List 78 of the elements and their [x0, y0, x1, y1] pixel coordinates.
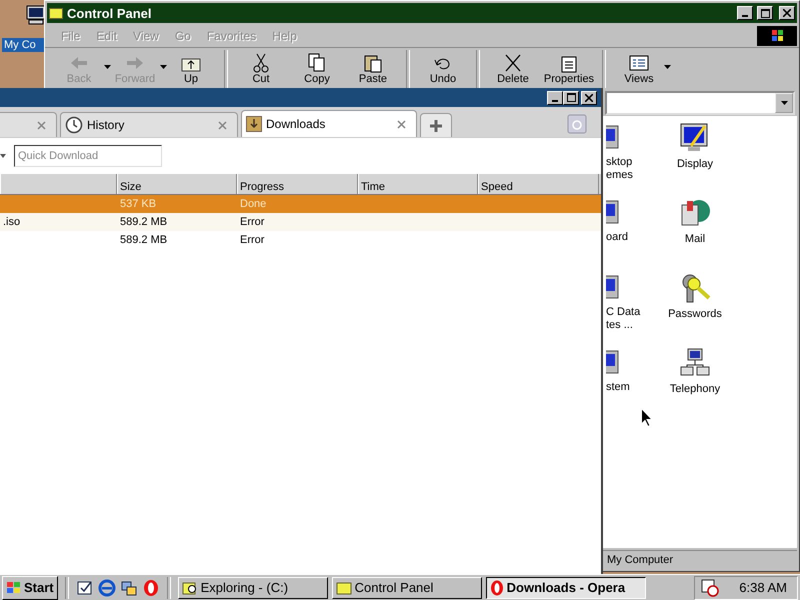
toolbar-button[interactable]: Properties — [541, 53, 597, 85]
icon-label[interactable]: sktop emes — [606, 156, 633, 182]
maximize-button[interactable] — [563, 90, 579, 104]
column-header[interactable]: Time — [358, 174, 478, 194]
table-cell: Error — [240, 234, 264, 246]
caret-icon — [104, 65, 111, 69]
icon-label[interactable]: Passwords — [668, 308, 722, 321]
icon-label[interactable]: oard — [606, 231, 628, 244]
table-cell: 589.2 MB — [120, 234, 168, 246]
icon-label[interactable]: Telephony — [670, 383, 720, 396]
checkbox-shortcut-icon[interactable] — [76, 578, 94, 596]
download-row[interactable]: .iso 589.2 MB Error — [0, 213, 601, 231]
icon-label[interactable]: C Data tes ... — [606, 306, 640, 332]
start-button[interactable]: Start — [2, 576, 58, 600]
maximize-icon — [566, 93, 576, 102]
icon-label[interactable]: Display — [676, 158, 714, 171]
opera-icon — [490, 580, 504, 596]
computer-icon[interactable] — [25, 4, 47, 26]
clock-icon — [65, 116, 83, 134]
taskbar-button[interactable]: Control Panel — [332, 576, 482, 598]
download-icon — [246, 116, 262, 132]
opera-shortcut-icon[interactable] — [142, 578, 160, 596]
icon-label[interactable]: stem — [606, 381, 630, 394]
browser-tab[interactable]: History — [60, 112, 238, 137]
maximize-icon — [760, 8, 770, 18]
folder-icon — [336, 580, 352, 594]
desktop-icon-label[interactable]: My Co — [2, 38, 46, 52]
close-icon[interactable] — [218, 120, 227, 130]
column-header[interactable]: Speed — [478, 174, 599, 194]
quick-download-field[interactable]: Quick Download — [14, 145, 162, 167]
toolbar-button[interactable]: Copy — [289, 53, 345, 85]
table-cell: Done — [240, 198, 266, 210]
caret-icon — [664, 65, 671, 69]
mouse-cursor-icon — [641, 408, 653, 427]
close-icon[interactable] — [397, 120, 406, 128]
toolbar-button[interactable]: Cut — [233, 53, 289, 85]
windows-shortcut-icon[interactable] — [120, 578, 138, 596]
address-field[interactable] — [605, 91, 795, 115]
browser-shortcut-icon[interactable] — [98, 578, 116, 596]
caret-icon — [160, 65, 167, 69]
windows-logo-icon — [757, 26, 797, 46]
toolbar-button[interactable]: Delete — [485, 53, 541, 85]
caret-icon[interactable] — [0, 154, 6, 158]
minimize-icon — [552, 100, 558, 102]
status-text: My Computer — [607, 554, 674, 566]
paste-icon — [362, 53, 384, 73]
close-button[interactable] — [581, 90, 597, 104]
taskbar-button[interactable]: Downloads - Opera — [486, 576, 646, 598]
maximize-button[interactable] — [757, 6, 773, 20]
column-header[interactable]: Progress — [237, 174, 358, 194]
new-tab-button[interactable] — [420, 113, 452, 137]
toolbar-button[interactable]: Views — [611, 53, 667, 85]
toolbar-button[interactable]: Paste — [345, 53, 401, 85]
close-icon — [585, 94, 593, 102]
folder-search-icon — [182, 580, 198, 596]
table-cell: .iso — [3, 216, 20, 228]
column-header[interactable]: Size — [117, 174, 237, 194]
table-cell: Error — [240, 216, 264, 228]
toolbar-button[interactable]: Undo — [415, 53, 471, 85]
caret-icon — [780, 101, 788, 105]
views-icon — [628, 53, 650, 73]
close-icon[interactable] — [37, 120, 46, 130]
table-cell: 537 KB — [120, 198, 156, 210]
window-title: Control Panel — [67, 6, 152, 20]
close-button[interactable] — [779, 6, 795, 20]
close-icon — [783, 9, 791, 17]
taskbar-button[interactable]: Exploring - (C:) — [178, 576, 328, 598]
browser-tab[interactable]: Downloads — [241, 110, 417, 137]
table-cell: 589.2 MB — [120, 216, 168, 228]
windows-logo-icon — [6, 580, 22, 594]
clock: 6:38 AM — [739, 580, 787, 595]
icon-label[interactable]: Mail — [684, 233, 706, 246]
folder-icon — [49, 7, 63, 19]
minimize-button[interactable] — [737, 6, 753, 20]
toolbar-button[interactable]: Up — [163, 53, 219, 85]
minimize-button[interactable] — [547, 90, 563, 104]
plus-icon — [429, 118, 443, 132]
minimize-icon — [742, 15, 748, 17]
